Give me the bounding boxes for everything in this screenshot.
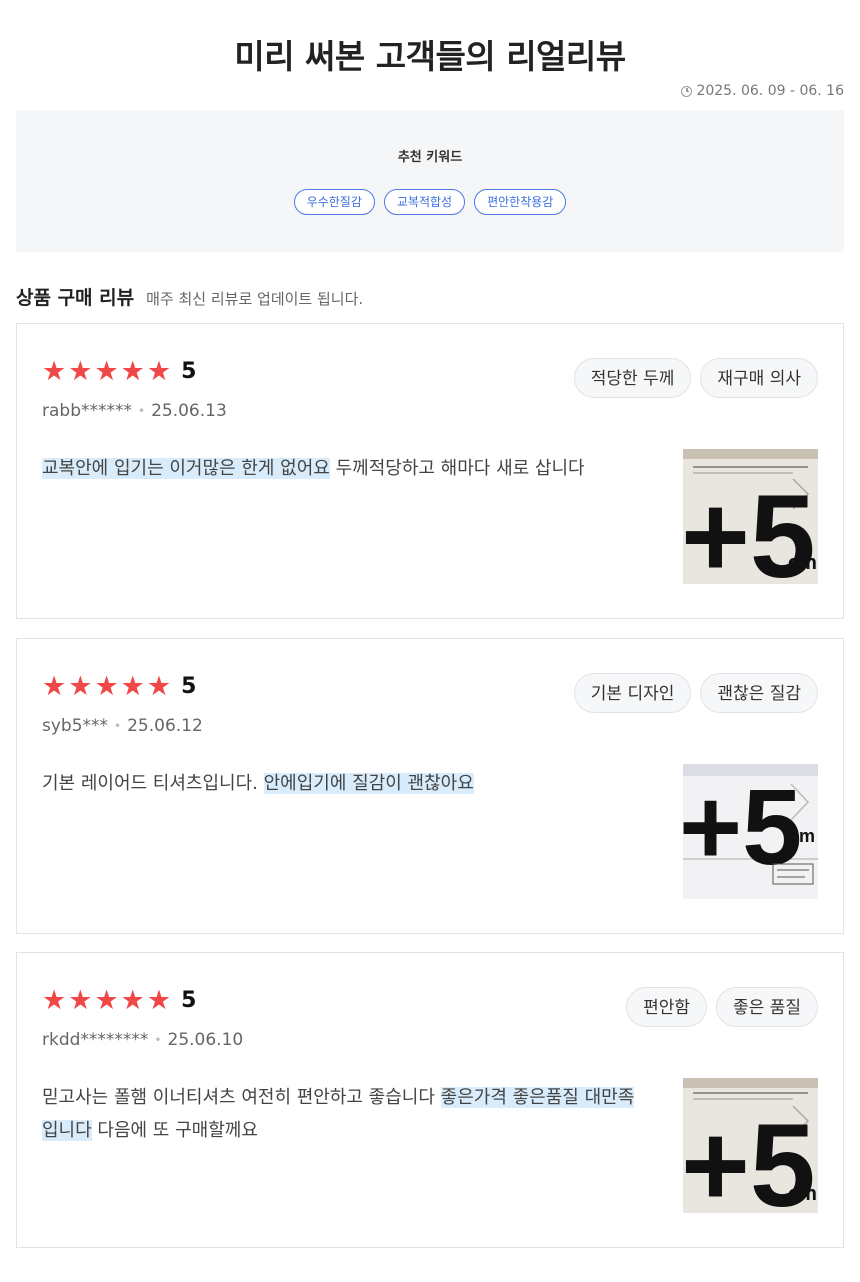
review-chip-list: 편안함 좋은 품질 — [626, 987, 818, 1027]
reviewer-name: rabb****** — [42, 401, 132, 421]
review-photo[interactable]: +5 cm — [683, 449, 818, 584]
star-icon: ★ — [42, 671, 67, 702]
review-text: 교복안에 입기는 이거많은 한게 없어요 두께적당하고 해마다 새로 삽니다 — [42, 452, 642, 485]
review-chip: 괜찮은 질감 — [700, 673, 818, 713]
section-title: 상품 구매 리뷰 — [16, 287, 135, 309]
keyword-tag[interactable]: 편안한착용감 — [474, 189, 567, 215]
star-icon: ★ — [94, 985, 119, 1016]
star-icon: ★ — [42, 356, 67, 387]
star-icon: ★ — [120, 671, 145, 702]
star-icon: ★ — [120, 985, 145, 1016]
review-chip-list: 적당한 두께 재구매 의사 — [573, 358, 818, 398]
page-title: 미리 써본 고객들의 리얼리뷰 — [234, 37, 626, 76]
star-icon: ★ — [68, 356, 93, 387]
reviewer-name: rkdd******** — [42, 1030, 149, 1050]
rating-score: 5 — [181, 988, 197, 1013]
review-chip: 좋은 품질 — [716, 987, 818, 1027]
keyword-tag-list: 우수한질감 교복적합성 편안한착용감 — [16, 189, 844, 215]
star-icon: ★ — [146, 356, 172, 387]
review-meta: rabb****** • 25.06.13 — [42, 401, 227, 421]
thumb-unit: cm — [789, 826, 815, 846]
keywords-title: 추천 키워드 — [397, 150, 463, 165]
star-icon: ★ — [94, 356, 119, 387]
review-chip: 재구매 의사 — [700, 358, 818, 398]
date-range-text: 2025. 06. 09 - 06. 16 — [696, 83, 844, 99]
review-date: 25.06.10 — [167, 1030, 244, 1050]
recommended-keywords-panel: 추천 키워드 우수한질감 교복적합성 편안한착용감 — [16, 110, 844, 252]
thumb-number: +5 — [683, 766, 802, 887]
review-chip: 편안함 — [626, 987, 708, 1027]
star-icon: ★ — [146, 985, 172, 1016]
reviewer-name: syb5*** — [42, 716, 109, 736]
clock-icon — [681, 85, 693, 97]
thumb-unit: cm — [788, 552, 817, 574]
review-text-part: 다음에 또 구매할께요 — [91, 1120, 258, 1141]
review-date: 25.06.13 — [151, 401, 227, 421]
separator-dot: • — [138, 404, 146, 418]
review-card: ★ ★ ★ ★ ★ 5 rabb****** • 25.06.13 적당한 두께… — [16, 323, 844, 619]
review-page: 미리 써본 고객들의 리얼리뷰 2025. 06. 09 - 06. 16 추천… — [0, 0, 860, 1282]
review-text: 믿고사는 폴햄 이너티셔츠 여전히 편안하고 좋습니다 좋은가격 좋은품질 대만… — [42, 1081, 642, 1147]
review-text-part: 기본 레이어드 티셔츠입니다. — [42, 773, 264, 794]
rating-score: 5 — [181, 674, 197, 699]
section-subtitle: 매주 최신 리뷰로 업데이트 됩니다. — [146, 290, 364, 308]
review-text-part: 믿고사는 폴햄 이너티셔츠 여전히 편안하고 좋습니다 — [42, 1087, 441, 1108]
review-photo[interactable]: +5 cm — [683, 764, 818, 899]
rating-score: 5 — [181, 359, 197, 384]
review-highlight: 교복안에 입기는 이거많은 한게 없어요 — [42, 458, 330, 479]
review-meta: syb5*** • 25.06.12 — [42, 716, 203, 736]
review-photo[interactable]: +5 cm — [683, 1078, 818, 1213]
separator-dot: • — [154, 1033, 162, 1047]
star-icon: ★ — [42, 985, 67, 1016]
review-text-part: 두께적당하고 해마다 새로 삽니다 — [329, 458, 585, 479]
star-rating: ★ ★ ★ ★ ★ 5 — [42, 672, 196, 702]
review-chip: 적당한 두께 — [573, 358, 692, 398]
star-icon: ★ — [68, 985, 93, 1016]
star-rating: ★ ★ ★ ★ ★ 5 — [42, 986, 196, 1016]
review-meta: rkdd******** • 25.06.10 — [42, 1030, 243, 1050]
review-date: 25.06.12 — [127, 716, 203, 736]
review-section-header: 상품 구매 리뷰 매주 최신 리뷰로 업데이트 됩니다. — [16, 283, 363, 310]
review-chip: 기본 디자인 — [573, 673, 692, 713]
separator-dot: • — [114, 719, 122, 733]
star-rating: ★ ★ ★ ★ ★ 5 — [42, 357, 196, 387]
review-chip-list: 기본 디자인 괜찮은 질감 — [573, 673, 818, 713]
review-text: 기본 레이어드 티셔츠입니다. 안에입기에 질감이 괜찮아요 — [42, 767, 642, 800]
star-icon: ★ — [120, 356, 145, 387]
thumb-unit: cm — [788, 1183, 817, 1205]
review-card: ★ ★ ★ ★ ★ 5 rkdd******** • 25.06.10 편안함 … — [16, 952, 844, 1248]
star-icon: ★ — [94, 671, 119, 702]
keyword-tag[interactable]: 교복적합성 — [383, 189, 466, 215]
date-range: 2025. 06. 09 - 06. 16 — [681, 83, 844, 99]
keyword-tag[interactable]: 우수한질감 — [293, 189, 375, 215]
review-card: ★ ★ ★ ★ ★ 5 syb5*** • 25.06.12 기본 디자인 괜찮… — [16, 638, 844, 934]
review-highlight: 안에입기에 질감이 괜찮아요 — [263, 773, 474, 794]
star-icon: ★ — [68, 671, 93, 702]
star-icon: ★ — [146, 671, 172, 702]
